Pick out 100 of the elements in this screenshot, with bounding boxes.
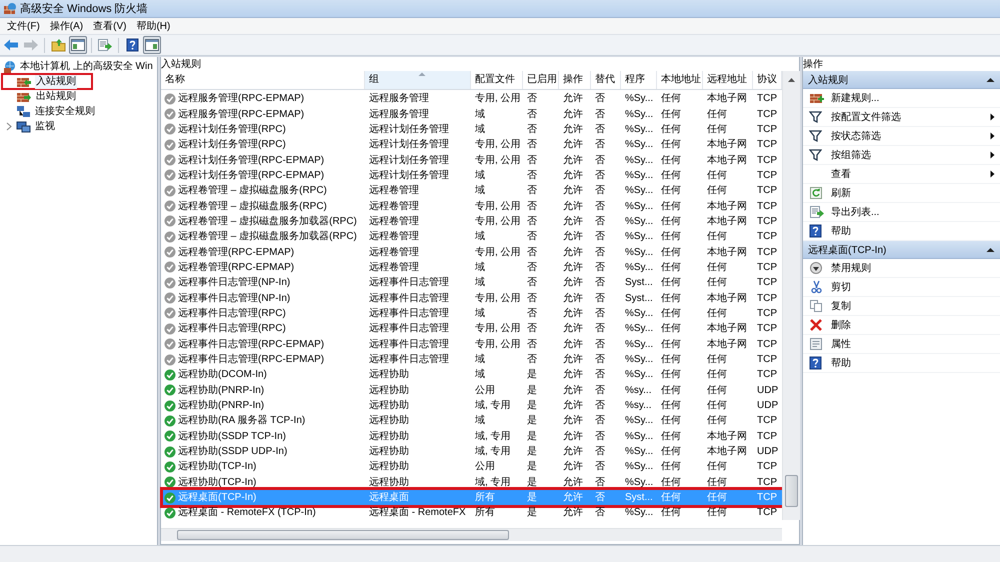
table-cell-text: 远程计划任务管理 [368,168,450,183]
table-cell-text: %Sy... [624,430,654,444]
table-cell-text: 任何 [660,399,682,414]
column-header[interactable]: 远程地址 [703,71,753,89]
table-row[interactable]: 远程卷管理 – 虚拟磁盘服务加载器(RPC) 远程卷管理 域 否 允许 否 %Sy... 任何 任何 TCP [161,229,782,244]
tree-item[interactable]: 本地计算机 上的高级安全 Win [19,60,154,74]
tree-item[interactable]: 出站规则 [1,88,93,105]
toolbar-button[interactable] [69,36,87,54]
table-row[interactable]: 远程协助(PNRP-In) 远程协助 域, 专用 是 允许 否 %sy... 任何 任何 UDP [161,398,782,414]
table-cell-text: 允许 [562,506,584,520]
table-row[interactable]: 远程协助(SSDP TCP-In) 远程协助 域, 专用 是 允许 否 %Sy... 任何 本地子网 TCP [161,428,782,444]
action-item[interactable]: 按配置文件筛选 [803,108,1000,127]
table-cell-text: 是 [526,476,538,490]
tree-item[interactable]: 入站规则 [1,73,93,90]
table-cell-text: 远程卷管理 [368,246,420,260]
menu-item[interactable]: 操作(A) [44,18,88,34]
table-row[interactable]: 远程事件日志管理(RPC) 远程事件日志管理 域 否 允许 否 %Sy... 任何 任何 TCP [161,306,782,322]
table-cell-text: 允许 [562,230,584,244]
action-item[interactable]: 导出列表... [803,203,1000,222]
action-item[interactable]: 禁用规则 [803,259,1000,278]
table-row[interactable]: 远程计划任务管理(RPC-EPMAP) 远程计划任务管理 域 否 允许 否 %Sy... 任何 任何 TCP [161,168,782,184]
table-cell-text: 否 [594,368,606,382]
table-cell-text: 允许 [562,444,584,460]
action-item[interactable]: 刷新 [803,184,1000,203]
table-cell-text: 否 [526,276,538,290]
table-cell-text: 域, 专用 [474,398,512,414]
menu-item[interactable]: 查看(V) [88,18,132,34]
action-item[interactable]: 按组筛选 [803,146,1000,165]
action-item[interactable]: 复制 [803,297,1000,316]
table-cell-text: 否 [526,322,538,336]
table-row[interactable]: 远程协助(RA 服务器 TCP-In) 远程协助 域 是 允许 否 %Sy... 任何 任何 TCP [161,413,782,429]
vertical-scrollbar[interactable] [782,71,800,520]
menu-item[interactable]: 文件(F) [2,18,45,34]
table-row[interactable]: 远程计划任务管理(RPC-EPMAP) 远程计划任务管理 专用, 公用 否 允许 否 %Sy... 任何 本地子网 TCP [161,152,782,168]
table-cell-text: 远程计划任务管理(RPC) [178,122,286,137]
table-cell-text: 远程桌面(TCP-In) [178,490,256,506]
table-row[interactable]: 远程协助(PNRP-In) 远程协助 公用 是 允许 否 %sy... 任何 任何 UDP [161,382,782,398]
table-row[interactable]: 远程卷管理 – 虚拟磁盘服务(RPC) 远程卷管理 域 否 允许 否 %Sy... 任何 任何 TCP [161,183,782,198]
table-row[interactable]: 远程计划任务管理(RPC) 远程计划任务管理 域 否 允许 否 %Sy... 任何 任何 TCP [161,122,782,138]
column-header[interactable]: 组 [365,71,471,89]
scroll-thumb[interactable] [177,530,509,540]
column-header[interactable]: 替代 [591,71,621,89]
table-row[interactable]: 远程协助(SSDP UDP-In) 远程协助 域, 专用 是 允许 否 %Sy... 任何 本地子网 UDP [161,444,782,460]
table-cell-text: 任何 [660,306,682,321]
table-cell-text: 远程卷管理(RPC-EPMAP) [178,246,294,260]
table-cell-text: 公用 [474,384,496,398]
table-cell-text: 域 [474,168,486,183]
scroll-thumb[interactable] [785,475,798,507]
column-header[interactable]: 程序 [621,71,657,89]
action-item[interactable]: 属性 [803,335,1000,354]
table-row[interactable]: 远程卷管理 – 虚拟磁盘服务(RPC) 远程卷管理 专用, 公用 否 允许 否 %Sy... 任何 本地子网 TCP [161,198,782,214]
table-row[interactable]: 远程事件日志管理(RPC-EPMAP) 远程事件日志管理 专用, 公用 否 允许 否 %Sy... 任何 本地子网 TCP [161,336,782,352]
table-row[interactable]: 远程桌面 - RemoteFX (TCP-In) 远程桌面 - RemoteFX 所有 是 允许 否 %Sy... 任何 任何 TCP [161,505,782,521]
column-header[interactable]: 配置文件 [471,71,523,89]
table-row[interactable]: 远程事件日志管理(RPC-EPMAP) 远程事件日志管理 域 否 允许 否 %Sy... 任何 任何 TCP [161,352,782,368]
table-row[interactable]: 远程卷管理 – 虚拟磁盘服务加载器(RPC) 远程卷管理 专用, 公用 否 允许 否 %Sy... 任何 本地子网 TCP [161,214,782,230]
table-cell-text: %Sy... [624,214,654,229]
section-header[interactable]: 入站规则 [803,71,1000,89]
action-item[interactable]: 帮助 [803,354,1000,373]
table-cell-text: 任何 [660,246,682,260]
table-cell-text: 允许 [562,246,584,260]
horizontal-scrollbar[interactable] [161,528,782,541]
action-item[interactable]: 删除 [803,316,1000,335]
table-cell-text: 否 [594,122,606,137]
table-row[interactable]: 远程服务管理(RPC-EPMAP) 远程服务管理 专用, 公用 否 允许 否 %Sy... 任何 本地子网 TCP [161,91,782,106]
table-row[interactable]: 远程事件日志管理(NP-In) 远程事件日志管理 专用, 公用 否 允许 否 Syst... 任何 本地子网 TCP [161,290,782,306]
tree-item[interactable]: 连接安全规则 [1,103,112,120]
table-row[interactable]: 远程卷管理(RPC-EPMAP) 远程卷管理 专用, 公用 否 允许 否 %Sy... 任何 本地子网 TCP [161,244,782,260]
column-header[interactable]: 本地地址 [657,71,703,89]
table-cell-text: 本地子网 [706,154,748,168]
table-cell-text: 任何 [706,184,728,198]
table-cell-text: 域 [474,122,486,137]
submenu-arrow-icon [990,151,995,159]
help-icon [809,224,822,238]
sort-caret-icon [418,72,426,77]
table-row[interactable]: 远程事件日志管理(NP-In) 远程事件日志管理 域 否 允许 否 Syst... 任何 任何 TCP [161,275,782,290]
table-cell-text: 任何 [660,200,682,214]
table-row[interactable]: 远程协助(TCP-In) 远程协助 域, 专用 是 允许 否 %Sy... 任何 任何 TCP [161,474,782,490]
table-row[interactable]: 远程事件日志管理(RPC) 远程事件日志管理 专用, 公用 否 允许 否 %Sy... 任何 本地子网 TCP [161,321,782,336]
action-item[interactable]: 新建规则... [803,89,1000,108]
action-item[interactable]: 按状态筛选 [803,127,1000,146]
table-row[interactable]: 远程协助(DCOM-In) 远程协助 域 是 允许 否 %Sy... 任何 任何 TCP [161,367,782,383]
column-header[interactable]: 已启用 [523,71,559,89]
toolbar-button[interactable] [143,36,161,54]
table-cell-text: 远程协助(PNRP-In) [178,384,264,398]
table-cell-text: %Sy... [624,353,654,368]
action-item[interactable]: 查看 [803,165,1000,184]
table-cell-text: 是 [526,430,538,444]
column-header[interactable]: 操作 [559,71,591,89]
section-header[interactable]: 远程桌面(TCP-In) [803,241,1000,259]
table-row[interactable]: 远程计划任务管理(RPC) 远程计划任务管理 专用, 公用 否 允许 否 %Sy... 任何 本地子网 TCP [161,137,782,152]
table-cell-text: 专用, 公用 [474,214,522,229]
table-cell-text: 任何 [706,230,728,244]
menu-item[interactable]: 帮助(H) [131,18,176,34]
table-row[interactable]: 远程协助(TCP-In) 远程协助 公用 是 允许 否 %Sy... 任何 任何 TCP [161,459,782,475]
action-item[interactable]: 剪切 [803,278,1000,297]
table-row[interactable]: 远程卷管理(RPC-EPMAP) 远程卷管理 域 否 允许 否 %Sy... 任何 任何 TCP [161,260,782,276]
table-row[interactable]: 远程服务管理(RPC-EPMAP) 远程服务管理 域 否 允许 否 %Sy... 任何 任何 TCP [161,106,782,122]
tree-item[interactable]: 监视 [1,118,72,135]
table-cell-text: 远程协助(TCP-In) [178,460,256,474]
